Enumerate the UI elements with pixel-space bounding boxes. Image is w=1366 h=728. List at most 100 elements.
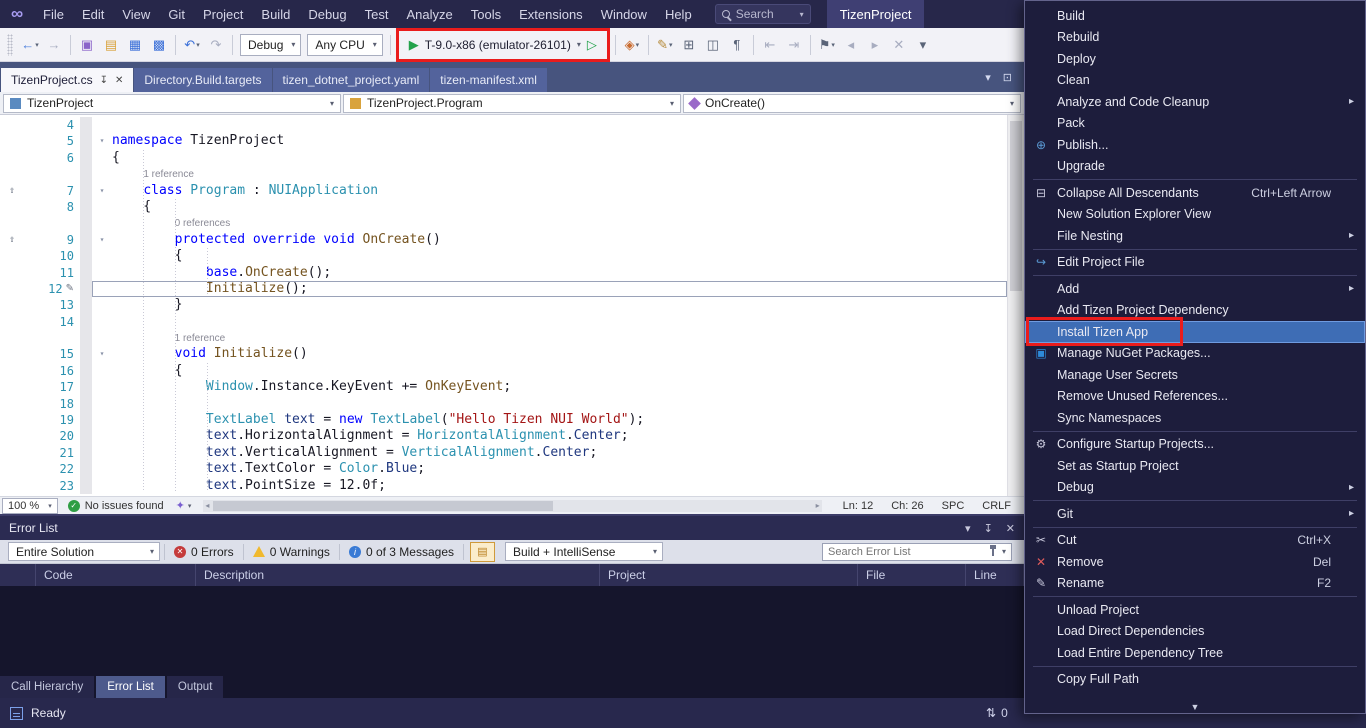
code-text[interactable]: 1 reference — [112, 330, 1007, 346]
codelens-references-link[interactable]: 0 references — [175, 218, 231, 229]
context-menu-item-debug[interactable]: Debug▸ — [1025, 477, 1365, 499]
context-menu-item-cut[interactable]: ✂CutCtrl+X — [1025, 530, 1365, 552]
menu-item-help[interactable]: Help — [656, 0, 701, 28]
code-text[interactable]: TextLabel text = new TextLabel("Hello Ti… — [112, 412, 1007, 428]
redo-icon[interactable]: ↷ — [205, 34, 227, 56]
file-structure-icon[interactable]: ⊞ — [678, 34, 700, 56]
code-text[interactable]: protected override void OnCreate() — [112, 232, 1007, 248]
context-menu-item-configure-startup-projects[interactable]: ⚙Configure Startup Projects... — [1025, 434, 1365, 456]
window-layout-icon[interactable]: ⊡ — [1003, 71, 1012, 84]
zoom-select[interactable]: 100 % ▾ — [2, 498, 58, 514]
context-menu-item-manage-nuget-packages[interactable]: ▣Manage NuGet Packages... — [1025, 343, 1365, 365]
code-text[interactable]: { — [112, 363, 1007, 379]
quick-actions-icon[interactable]: ✦▾ — [176, 499, 192, 512]
messages-filter-button[interactable]: i 0 of 3 Messages — [340, 540, 463, 563]
editor-vertical-scrollbar[interactable] — [1007, 115, 1024, 496]
toggle-bookmark-icon[interactable]: ⚑▾ — [816, 34, 838, 56]
error-list-body[interactable] — [0, 586, 1024, 676]
code-text[interactable] — [112, 117, 1007, 133]
start-debugging-icon[interactable]: ▶ — [409, 37, 419, 53]
panel-tab-error-list[interactable]: Error List — [96, 676, 165, 698]
menu-item-project[interactable]: Project — [194, 0, 252, 28]
menu-item-build[interactable]: Build — [252, 0, 299, 28]
context-menu-item-analyze-and-code-cleanup[interactable]: Analyze and Code Cleanup▸ — [1025, 91, 1365, 113]
nav-forward-icon[interactable]: → — [43, 34, 65, 56]
context-menu-item-git[interactable]: Git▸ — [1025, 503, 1365, 525]
context-menu-item-set-as-startup-project[interactable]: Set as Startup Project — [1025, 455, 1365, 477]
editor-horizontal-scrollbar[interactable]: ◂ ▸ — [203, 500, 821, 512]
background-tasks-icon[interactable] — [10, 707, 23, 720]
column-header-line[interactable]: Line — [966, 564, 1024, 586]
navbar-project-dropdown[interactable]: TizenProject ▾ — [3, 94, 341, 113]
code-text[interactable] — [112, 396, 1007, 412]
pin-icon[interactable] — [992, 548, 994, 556]
previous-bookmark-icon[interactable]: ◂ — [840, 34, 862, 56]
panel-title-bar[interactable]: Error List ▾ ↧ ✕ — [0, 514, 1024, 540]
tab-tizenproject-cs[interactable]: TizenProject.cs↧✕ — [1, 68, 133, 92]
save-all-icon[interactable]: ▩ — [148, 34, 170, 56]
code-text[interactable]: text.TextColor = Color.Blue; — [112, 461, 1007, 477]
code-text[interactable]: 1 reference — [112, 166, 1007, 182]
menu-item-file[interactable]: File — [34, 0, 73, 28]
context-menu-item-copy-full-path[interactable]: Copy Full Path — [1025, 669, 1365, 691]
search-input[interactable] — [828, 546, 987, 558]
visual-studio-logo-icon[interactable]: ∞ — [0, 0, 34, 28]
pin-icon[interactable]: ↧ — [984, 522, 993, 535]
active-files-dropdown-icon[interactable]: ▾ — [985, 71, 991, 84]
panel-tab-output[interactable]: Output — [167, 676, 224, 698]
context-menu-item-pack[interactable]: Pack — [1025, 113, 1365, 135]
tab-tizen-manifest-xml[interactable]: tizen-manifest.xml — [430, 68, 547, 92]
scope-select[interactable]: Entire Solution ▾ — [8, 542, 160, 561]
code-text[interactable]: Initialize(); — [112, 281, 1007, 297]
code-text[interactable]: Window.Instance.KeyEvent += OnKeyEvent; — [112, 379, 1007, 395]
class-reference-margin-icon[interactable]: ⇧ — [9, 183, 15, 199]
scrollbar-thumb[interactable] — [213, 501, 553, 511]
error-list-search[interactable]: ▾ — [822, 543, 1012, 561]
code-area[interactable]: 45▾namespace TizenProject6{1 reference⇧7… — [0, 117, 1007, 494]
context-menu-item-deploy[interactable]: Deploy — [1025, 48, 1365, 70]
fold-collapse-icon[interactable]: ▾ — [92, 346, 112, 362]
code-text[interactable]: class Program : NUIApplication — [112, 183, 1007, 199]
panel-tab-call-hierarchy[interactable]: Call Hierarchy — [0, 676, 94, 698]
fold-collapse-icon[interactable]: ▾ — [92, 133, 112, 149]
warnings-filter-button[interactable]: 0 Warnings — [244, 540, 339, 563]
close-icon[interactable]: ✕ — [115, 75, 123, 86]
indent-decrease-icon[interactable]: ⇤ — [759, 34, 781, 56]
context-menu-item-load-entire-dependency-tree[interactable]: Load Entire Dependency Tree — [1025, 642, 1365, 664]
chevron-down-icon[interactable]: ▾ — [1002, 547, 1006, 556]
context-menu-item-rebuild[interactable]: Rebuild — [1025, 27, 1365, 49]
code-text[interactable]: { — [112, 248, 1007, 264]
scrollbar-thumb[interactable] — [1010, 121, 1022, 291]
fold-collapse-icon[interactable]: ▾ — [92, 183, 112, 199]
context-menu-item-sync-namespaces[interactable]: Sync Namespaces — [1025, 407, 1365, 429]
chevron-down-icon[interactable]: ▾ — [577, 40, 581, 49]
code-text[interactable] — [112, 314, 1007, 330]
start-without-debugging-icon[interactable]: ▷ — [587, 37, 597, 53]
code-text[interactable]: } — [112, 297, 1007, 313]
show-details-toggle-button[interactable]: ▤ — [470, 542, 495, 562]
context-menu-item-install-tizen-app[interactable]: Install Tizen App — [1025, 321, 1365, 343]
indent-increase-icon[interactable]: ⇥ — [783, 34, 805, 56]
search-box[interactable]: Search ▾ — [715, 4, 811, 24]
code-text[interactable]: { — [112, 199, 1007, 215]
menu-item-tools[interactable]: Tools — [462, 0, 510, 28]
code-text[interactable]: base.OnCreate(); — [112, 265, 1007, 281]
column-header-description[interactable]: Description — [196, 564, 600, 586]
errors-filter-button[interactable]: ✕ 0 Errors — [165, 540, 243, 563]
context-menu-item-file-nesting[interactable]: File Nesting▸ — [1025, 225, 1365, 247]
navbar-type-dropdown[interactable]: TizenProject.Program ▾ — [343, 94, 681, 113]
save-icon[interactable]: ▦ — [124, 34, 146, 56]
undo-icon[interactable]: ↶▾ — [181, 34, 203, 56]
column-header-file[interactable]: File — [858, 564, 966, 586]
window-position-icon[interactable]: ▾ — [965, 522, 971, 535]
context-menu-item-collapse-all-descendants[interactable]: ⊟Collapse All DescendantsCtrl+Left Arrow — [1025, 182, 1365, 204]
navbar-member-dropdown[interactable]: OnCreate() ▾ — [683, 94, 1021, 113]
status-line-ending[interactable]: CRLF — [973, 500, 1020, 512]
fold-collapse-icon[interactable]: ▾ — [92, 232, 112, 248]
menu-item-extensions[interactable]: Extensions — [510, 0, 592, 28]
context-menu-item-edit-project-file[interactable]: ↪Edit Project File — [1025, 252, 1365, 274]
codelens-references-link[interactable]: 1 reference — [175, 333, 226, 344]
column-header-code[interactable]: Code — [36, 564, 196, 586]
code-text[interactable]: text.HorizontalAlignment = HorizontalAli… — [112, 428, 1007, 444]
code-cleanup-icon[interactable]: ✎▾ — [654, 34, 676, 56]
